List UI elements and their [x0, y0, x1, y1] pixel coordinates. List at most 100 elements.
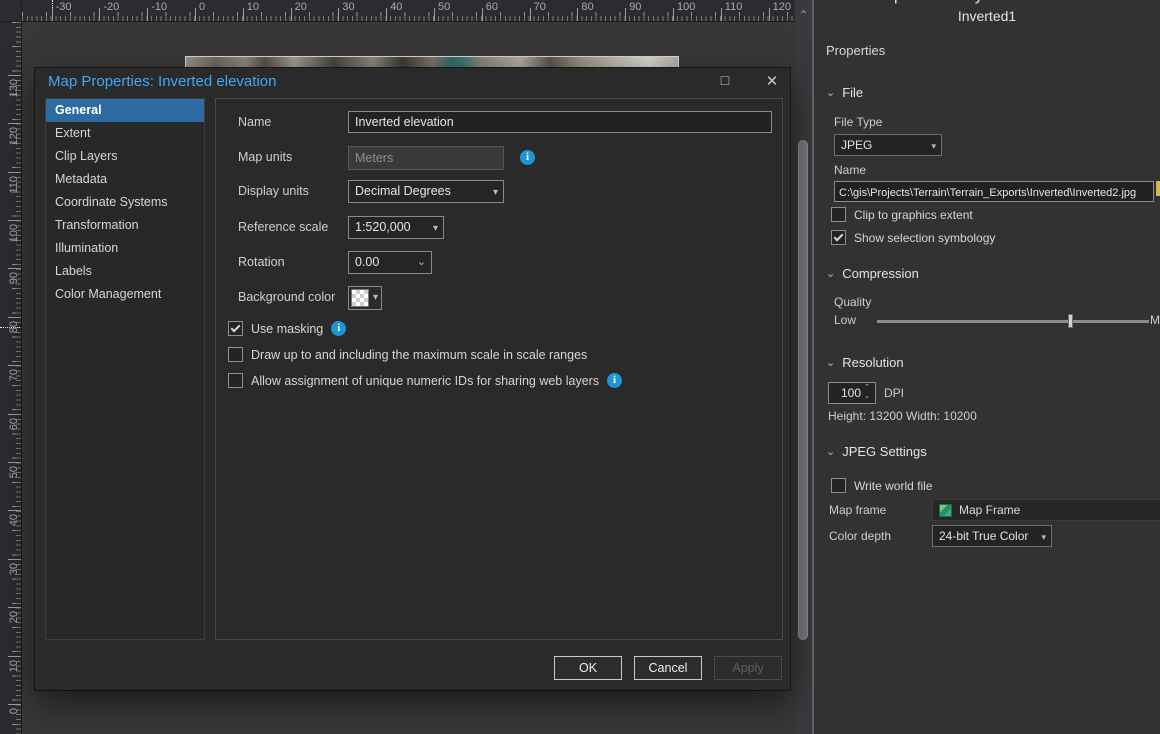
check-icon: [231, 323, 241, 333]
file-section-header[interactable]: ⌄ File: [826, 85, 863, 100]
sidebar-item-illumination[interactable]: Illumination: [46, 237, 204, 260]
jpeg-settings-section-header[interactable]: ⌄ JPEG Settings: [826, 444, 927, 459]
cancel-button[interactable]: Cancel: [634, 656, 702, 680]
sidebar-item-transformation[interactable]: Transformation: [46, 214, 204, 237]
clip-graphics-label: Clip to graphics extent: [854, 208, 973, 222]
chevron-down-icon: ⌄: [826, 267, 835, 280]
info-icon[interactable]: i: [607, 373, 622, 388]
world-file-checkbox[interactable]: [831, 478, 846, 493]
ruler-tick: [386, 8, 387, 21]
clip-graphics-checkbox[interactable]: [831, 207, 846, 222]
use-masking-label: Use masking: [251, 322, 323, 336]
ruler-tick: [625, 8, 626, 21]
file-type-dropdown[interactable]: JPEG ▾: [834, 134, 942, 156]
scrollbar-up-icon[interactable]: ⌃: [795, 8, 812, 22]
selection-symbology-row: Show selection symbology: [831, 230, 995, 245]
ruler-tick: [8, 172, 21, 173]
sidebar-item-labels[interactable]: Labels: [46, 260, 204, 283]
ruler-tick: [8, 462, 21, 463]
ruler-tick: [482, 8, 483, 21]
chevron-down-icon: ⌄: [826, 86, 835, 99]
ruler-tick-label: 10: [247, 1, 259, 13]
sidebar-item-metadata[interactable]: Metadata: [46, 168, 204, 191]
output-dimensions: Height: 13200 Width: 10200: [828, 409, 977, 423]
ruler-tick: [721, 8, 722, 21]
quality-slider-track[interactable]: [877, 320, 1149, 323]
map-frame-icon: [939, 504, 952, 517]
world-file-row: Write world file: [831, 478, 932, 493]
reference-scale-value: 1:520,000: [355, 220, 411, 234]
color-depth-dropdown[interactable]: 24-bit True Color ▾: [932, 525, 1052, 547]
ruler-tick-label: 30: [342, 1, 354, 13]
ruler-tick: [8, 559, 21, 560]
spinner-down-icon[interactable]: ⌄: [864, 393, 870, 400]
dialog-sidebar: General Extent Clip Layers Metadata Coor…: [45, 98, 205, 640]
map-name-input[interactable]: Inverted elevation: [348, 111, 772, 133]
chevron-down-icon: ▾: [1041, 529, 1046, 545]
ruler-tick: [8, 75, 21, 76]
quality-slider-handle[interactable]: [1068, 314, 1073, 328]
display-units-label: Display units: [238, 184, 309, 198]
background-color-picker[interactable]: ▾: [348, 286, 382, 310]
close-icon[interactable]: ✕: [757, 72, 787, 90]
ruler-tick-label: 30: [8, 563, 20, 575]
map-frame-dropdown[interactable]: Map Frame: [932, 499, 1160, 521]
ruler-tick-label: 50: [438, 1, 450, 13]
sidebar-item-extent[interactable]: Extent: [46, 122, 204, 145]
ruler-tick-label: 120: [773, 1, 791, 13]
dpi-spinner[interactable]: 100 ⌃⌄: [828, 382, 876, 404]
quality-max-label: Max: [1150, 313, 1160, 327]
spinner-up-icon[interactable]: ⌃: [864, 384, 870, 391]
color-depth-label: Color depth: [829, 529, 891, 543]
sidebar-item-coordinate-systems[interactable]: Coordinate Systems: [46, 191, 204, 214]
ruler-tick-label: 120: [8, 127, 20, 145]
reference-scale-dropdown[interactable]: 1:520,000 ▾: [348, 216, 444, 239]
sidebar-item-color-management[interactable]: Color Management: [46, 283, 204, 306]
sidebar-item-general[interactable]: General: [46, 99, 204, 122]
display-units-dropdown[interactable]: Decimal Degrees ▾: [348, 180, 504, 203]
draw-max-scale-checkbox[interactable]: [228, 347, 243, 362]
resolution-section-header[interactable]: ⌄ Resolution: [826, 355, 904, 370]
ruler-tick-label: 90: [8, 272, 20, 284]
info-icon[interactable]: i: [331, 321, 346, 336]
chevron-down-icon: ⌄: [826, 356, 835, 369]
dpi-label: DPI: [884, 386, 904, 400]
spinner-arrows-icon[interactable]: ⌃⌄: [861, 383, 873, 403]
layout-vertical-scrollbar[interactable]: ⌃: [795, 0, 812, 734]
world-file-label: Write world file: [854, 479, 932, 493]
ruler-tick: [8, 704, 21, 705]
ruler-tick: [243, 8, 244, 21]
display-units-value: Decimal Degrees: [355, 184, 451, 198]
jpeg-settings-section-title: JPEG Settings: [842, 444, 927, 459]
ruler-tick: [673, 8, 674, 21]
compression-section-header[interactable]: ⌄ Compression: [826, 266, 919, 281]
selection-symbology-checkbox[interactable]: [831, 230, 846, 245]
ruler-tick: [530, 8, 531, 21]
info-icon[interactable]: i: [520, 150, 535, 165]
layout-name: Inverted1: [814, 8, 1160, 24]
ruler-tick-label: 80: [8, 321, 20, 333]
rotation-combo[interactable]: 0.00 ⌄: [348, 251, 432, 274]
dialog-title: Map Properties: Inverted elevation: [48, 73, 276, 90]
ok-button[interactable]: OK: [554, 656, 622, 680]
ruler-tick: [8, 510, 21, 511]
background-color-label: Background color: [238, 290, 335, 304]
browse-folder-icon[interactable]: [1156, 184, 1160, 196]
ruler-tick: [8, 656, 21, 657]
ruler-tick: [52, 8, 53, 21]
name-label: Name: [238, 115, 271, 129]
scrollbar-thumb[interactable]: [798, 140, 808, 640]
sidebar-item-clip-layers[interactable]: Clip Layers: [46, 145, 204, 168]
file-path-input[interactable]: C:\gis\Projects\Terrain\Terrain_Exports\…: [834, 181, 1154, 202]
ruler-tick-label: 70: [8, 369, 20, 381]
unique-ids-checkbox[interactable]: [228, 373, 243, 388]
ruler-tick: [577, 8, 578, 21]
dpi-value: 100: [829, 386, 861, 400]
ruler-tick: [434, 8, 435, 21]
maximize-icon[interactable]: □: [710, 72, 740, 88]
selection-symbology-label: Show selection symbology: [854, 231, 995, 245]
properties-tab-label[interactable]: Properties: [826, 43, 885, 58]
use-masking-checkbox[interactable]: [228, 321, 243, 336]
ruler-tick-label: -30: [56, 1, 72, 13]
ruler-tick: [195, 8, 196, 21]
